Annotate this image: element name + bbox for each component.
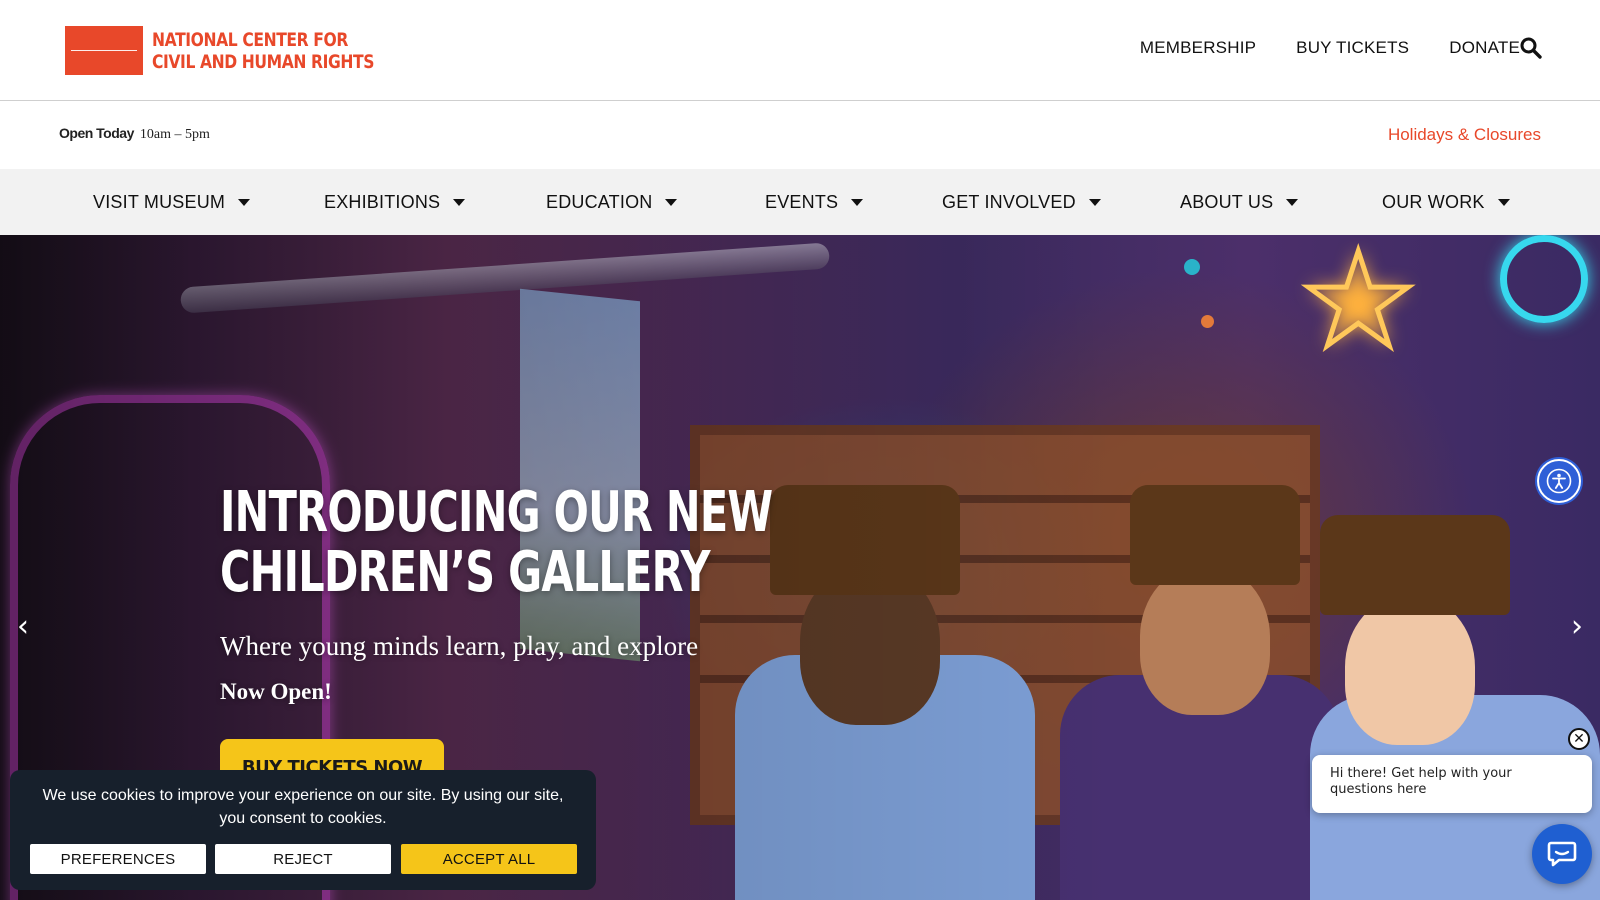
caret-down-icon [1286,198,1299,206]
cookie-message: We use cookies to improve your experienc… [42,787,564,827]
hero-title: INTRODUCING OUR NEW CHILDREN’S GALLERY [220,480,773,605]
search-icon-graphic [1520,37,1542,59]
chat-launcher-button[interactable] [1532,824,1592,884]
nav-visit-museum[interactable]: VISIT MUSEUM [93,169,251,235]
holidays-closures-link[interactable]: Holidays & Closures [1388,125,1541,145]
logo-line-1: NATIONAL CENTER FOR [152,28,348,51]
nav-label: ABOUT US [1180,191,1274,212]
caret-down-icon [665,198,678,206]
chat-greeting-text: Hi there! Get help with your questions h… [1330,766,1512,797]
carousel-prev-icon[interactable]: ‹ [10,609,36,644]
accessibility-icon[interactable] [1537,459,1581,503]
nav-events[interactable]: EVENTS [765,169,864,235]
hero-subtitle: Where young minds learn, play, and explo… [220,631,699,661]
nav-label: EDUCATION [546,191,653,212]
site-header: NATIONAL CENTER FOR CIVIL AND HUMAN RIGH… [0,0,1600,101]
nav-education[interactable]: EDUCATION [546,169,678,235]
logo-mark [65,26,143,75]
cookie-banner: We use cookies to improve your experienc… [10,770,596,890]
main-nav: VISIT MUSEUM EXHIBITIONS EDUCATION EVENT… [0,169,1600,235]
nav-get-involved[interactable]: GET INVOLVED [942,169,1101,235]
site-logo[interactable]: NATIONAL CENTER FOR CIVIL AND HUMAN RIGH… [65,26,423,75]
nav-label: GET INVOLVED [942,191,1076,212]
search-icon[interactable] [1519,36,1543,60]
buy-tickets-link[interactable]: BUY TICKETS [1296,38,1409,58]
accessibility-icon-graphic [1546,468,1572,494]
donate-link[interactable]: DONATE [1449,38,1520,58]
hero-status: Now Open! [220,679,332,704]
logo-text: NATIONAL CENTER FOR CIVIL AND HUMAN RIGH… [152,29,374,73]
chat-icon [1547,841,1577,867]
hours-info: Open Today 10am – 5pm [59,125,210,143]
cookie-accept-all-button[interactable]: ACCEPT ALL [401,844,577,874]
hours-time: 10am – 5pm [139,127,210,142]
hero-title-line-2: CHILDREN’S GALLERY [220,540,711,605]
membership-link[interactable]: MEMBERSHIP [1140,38,1256,58]
chat-close-icon[interactable]: ✕ [1568,728,1590,750]
nav-our-work[interactable]: OUR WORK [1382,169,1510,235]
caret-down-icon [453,198,466,206]
utility-nav: MEMBERSHIP BUY TICKETS DONATE [1140,38,1520,58]
nav-label: EVENTS [765,191,839,212]
caret-down-icon [1088,198,1101,206]
chat-greeting-bubble[interactable]: Hi there! Get help with your questions h… [1312,755,1592,813]
nav-about-us[interactable]: ABOUT US [1180,169,1299,235]
hero-title-line-1: INTRODUCING OUR NEW [220,480,773,545]
hours-bar: Open Today 10am – 5pm Holidays & Closures [0,101,1600,169]
nav-exhibitions[interactable]: EXHIBITIONS [324,169,466,235]
nav-label: VISIT MUSEUM [93,191,226,212]
carousel-next-icon[interactable]: › [1564,609,1590,644]
caret-down-icon [1497,198,1510,206]
caret-down-icon [851,198,864,206]
logo-line-2: CIVIL AND HUMAN RIGHTS [152,50,375,73]
nav-label: EXHIBITIONS [324,191,441,212]
cookie-preferences-button[interactable]: PREFERENCES [30,844,206,874]
hours-label: Open Today [59,125,134,141]
cookie-reject-button[interactable]: REJECT [215,844,391,874]
caret-down-icon [238,198,251,206]
nav-label: OUR WORK [1382,191,1485,212]
